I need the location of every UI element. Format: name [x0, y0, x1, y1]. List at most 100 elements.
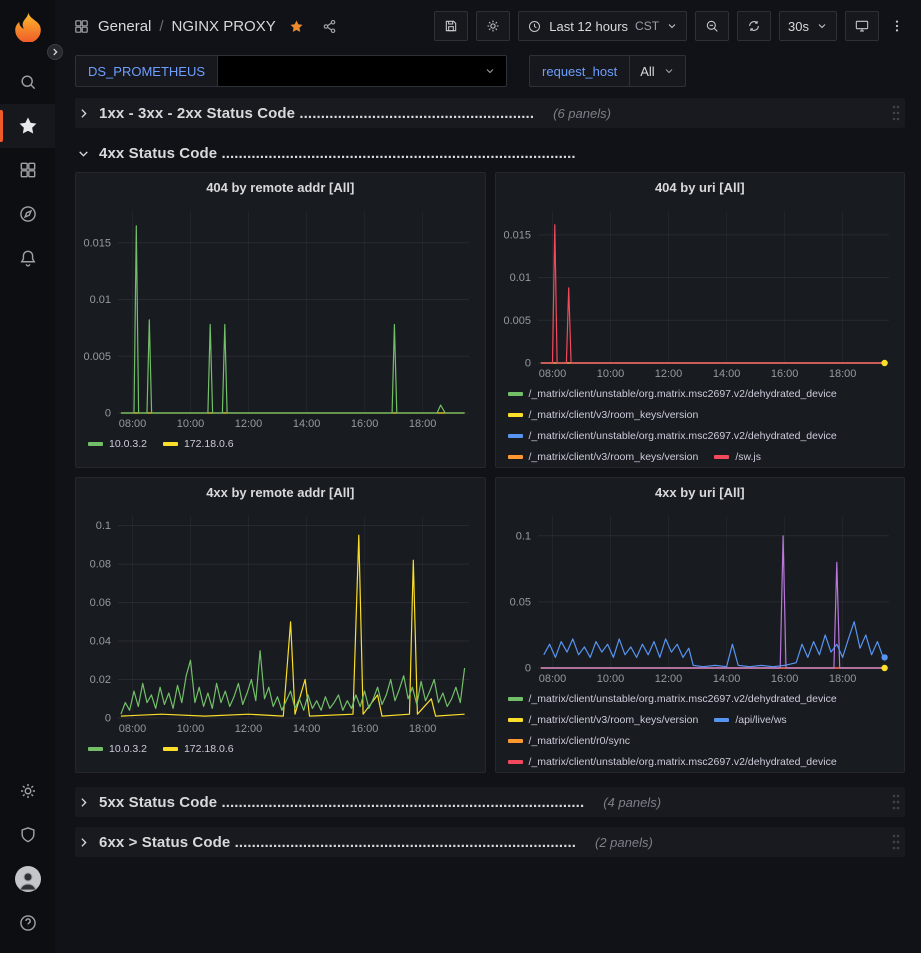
svg-text:0.015: 0.015	[83, 237, 111, 249]
shield-icon	[18, 825, 38, 845]
sidebar-item-explore[interactable]	[0, 192, 55, 236]
svg-text:0: 0	[105, 408, 111, 420]
variable-label-request-host[interactable]: request_host	[529, 55, 629, 87]
chart-legend: 10.0.3.2 172.18.0.6	[76, 433, 485, 467]
legend-item[interactable]: /_matrix/client/v3/room_keys/version	[508, 408, 699, 422]
legend-item[interactable]: 10.0.3.2	[88, 742, 147, 756]
chart-canvas[interactable]: 00.050.108:0010:0012:0014:0016:0018:00	[496, 508, 905, 688]
svg-text:18:00: 18:00	[409, 418, 437, 430]
panel-404-by-remote-addr: 404 by remote addr [All] 00.0050.010.015…	[75, 172, 486, 468]
row-title: 4xx Status Code ........................…	[99, 145, 576, 162]
timezone-label: CST	[635, 19, 659, 33]
legend-item[interactable]: /_matrix/client/r0/sync	[508, 734, 631, 748]
chevron-down-icon	[77, 147, 90, 160]
svg-text:0: 0	[524, 663, 530, 675]
tv-mode-button[interactable]	[845, 11, 879, 41]
drag-handle-icon[interactable]	[891, 833, 901, 851]
panel-title[interactable]: 404 by remote addr [All]	[76, 173, 485, 203]
row-header-5xx[interactable]: 5xx Status Code ........................…	[75, 787, 905, 817]
dashboard-canvas: 1xx - 3xx - 2xx Status Code ............…	[55, 90, 921, 953]
legend-item[interactable]: 172.18.0.6	[163, 742, 234, 756]
variable-label-ds-prometheus[interactable]: DS_PROMETHEUS	[75, 55, 217, 87]
legend-item[interactable]: /api/live/ws	[714, 713, 786, 727]
svg-text:0.01: 0.01	[509, 272, 530, 284]
row-header-4xx[interactable]: 4xx Status Code ........................…	[75, 138, 905, 168]
variable-value: All	[640, 64, 654, 79]
svg-text:0.01: 0.01	[90, 294, 111, 306]
chart-canvas[interactable]: 00.020.040.060.080.108:0010:0012:0014:00…	[76, 508, 485, 738]
legend-item[interactable]: 10.0.3.2	[88, 437, 147, 451]
breadcrumb-section[interactable]: General	[98, 18, 151, 35]
share-button[interactable]	[317, 14, 342, 39]
dashboard-settings-button[interactable]	[476, 11, 510, 41]
share-icon	[321, 18, 338, 35]
help-icon	[18, 913, 38, 933]
panel-4xx-by-uri: 4xx by uri [All] 00.050.108:0010:0012:00…	[495, 477, 906, 773]
zoom-out-icon	[704, 18, 720, 34]
svg-text:0: 0	[105, 713, 111, 725]
row-header-1xx-3xx-2xx[interactable]: 1xx - 3xx - 2xx Status Code ............…	[75, 98, 905, 128]
sidebar-item-server-admin[interactable]	[0, 813, 55, 857]
legend-item[interactable]: /_matrix/client/unstable/org.matrix.msc2…	[508, 429, 837, 443]
panel-grid: 404 by remote addr [All] 0 0.005 0.01 0.015…	[75, 172, 905, 773]
save-icon	[443, 18, 459, 34]
chevron-down-icon	[816, 20, 828, 32]
panel-title[interactable]: 4xx by remote addr [All]	[76, 478, 485, 508]
legend-item[interactable]: /sw.js	[714, 450, 761, 464]
chevron-right-icon	[50, 47, 60, 57]
chart-canvas[interactable]: 00.0050.010.01508:0010:0012:0014:0016:00…	[76, 203, 485, 433]
chevron-right-icon	[77, 796, 90, 809]
drag-handle-icon[interactable]	[891, 793, 901, 811]
chevron-down-icon	[484, 65, 496, 77]
sidebar-item-search[interactable]	[0, 60, 55, 104]
variable-select-request-host[interactable]: All	[629, 55, 685, 87]
sidebar-item-dashboards[interactable]	[0, 148, 55, 192]
svg-text:0.005: 0.005	[503, 315, 531, 327]
breadcrumb-dashboard-title[interactable]: NGINX PROXY	[172, 18, 276, 35]
drag-handle-icon[interactable]	[891, 104, 901, 122]
svg-text:10:00: 10:00	[177, 418, 205, 430]
grafana-logo[interactable]	[12, 10, 44, 42]
settings-gear-icon	[485, 18, 501, 34]
chart-canvas[interactable]: 00.0050.010.01508:0010:0012:0014:0016:00…	[496, 203, 905, 383]
compass-icon	[18, 204, 38, 224]
save-dashboard-button[interactable]	[434, 11, 468, 41]
svg-text:16:00: 16:00	[351, 723, 379, 735]
panel-title[interactable]: 4xx by uri [All]	[496, 478, 905, 508]
legend-item[interactable]: /_matrix/client/unstable/org.matrix.msc2…	[508, 755, 837, 769]
chevron-right-icon	[77, 107, 90, 120]
legend-item[interactable]: /_matrix/client/v3/room_keys/version	[508, 713, 699, 727]
row-header-6xx[interactable]: 6xx > Status Code ......................…	[75, 827, 905, 857]
chart-legend: /_matrix/client/unstable/org.matrix.msc2…	[496, 383, 905, 467]
zoom-out-button[interactable]	[695, 11, 729, 41]
panel-title[interactable]: 404 by uri [All]	[496, 173, 905, 203]
svg-text:08:00: 08:00	[538, 368, 566, 380]
sidebar-expand-button[interactable]	[47, 44, 63, 60]
legend-item[interactable]: /_matrix/client/v3/room_keys/version	[508, 450, 699, 464]
svg-text:0.02: 0.02	[90, 674, 111, 686]
refresh-interval-picker[interactable]: 30s	[779, 11, 837, 41]
panel-404-by-uri: 404 by uri [All] 00.0050.010.01508:0010:…	[495, 172, 906, 468]
sidebar-item-configuration[interactable]	[0, 769, 55, 813]
time-range-picker[interactable]: Last 12 hours CST	[518, 11, 687, 41]
avatar	[15, 866, 41, 892]
legend-item[interactable]: /_matrix/client/unstable/org.matrix.msc2…	[508, 387, 837, 401]
sidebar-item-starred[interactable]	[0, 104, 55, 148]
sidebar-item-profile[interactable]	[0, 857, 55, 901]
sidebar-item-help[interactable]	[0, 901, 55, 945]
legend-item[interactable]: /_matrix/client/unstable/org.matrix.msc2…	[508, 692, 837, 706]
svg-text:0: 0	[524, 358, 530, 370]
variable-select-ds-prometheus[interactable]	[217, 55, 507, 87]
row-panel-count: (4 panels)	[603, 795, 661, 810]
legend-item[interactable]: 172.18.0.6	[163, 437, 234, 451]
refresh-button[interactable]	[737, 11, 771, 41]
sidebar-item-alerting[interactable]	[0, 236, 55, 280]
svg-text:12:00: 12:00	[654, 368, 682, 380]
favorite-star-button[interactable]	[284, 14, 309, 39]
star-icon	[18, 116, 38, 136]
row-panel-count: (2 panels)	[595, 835, 653, 850]
more-options-button[interactable]	[887, 14, 907, 38]
svg-text:16:00: 16:00	[351, 418, 379, 430]
svg-text:18:00: 18:00	[409, 723, 437, 735]
variable-request-host: request_host All	[529, 55, 686, 87]
